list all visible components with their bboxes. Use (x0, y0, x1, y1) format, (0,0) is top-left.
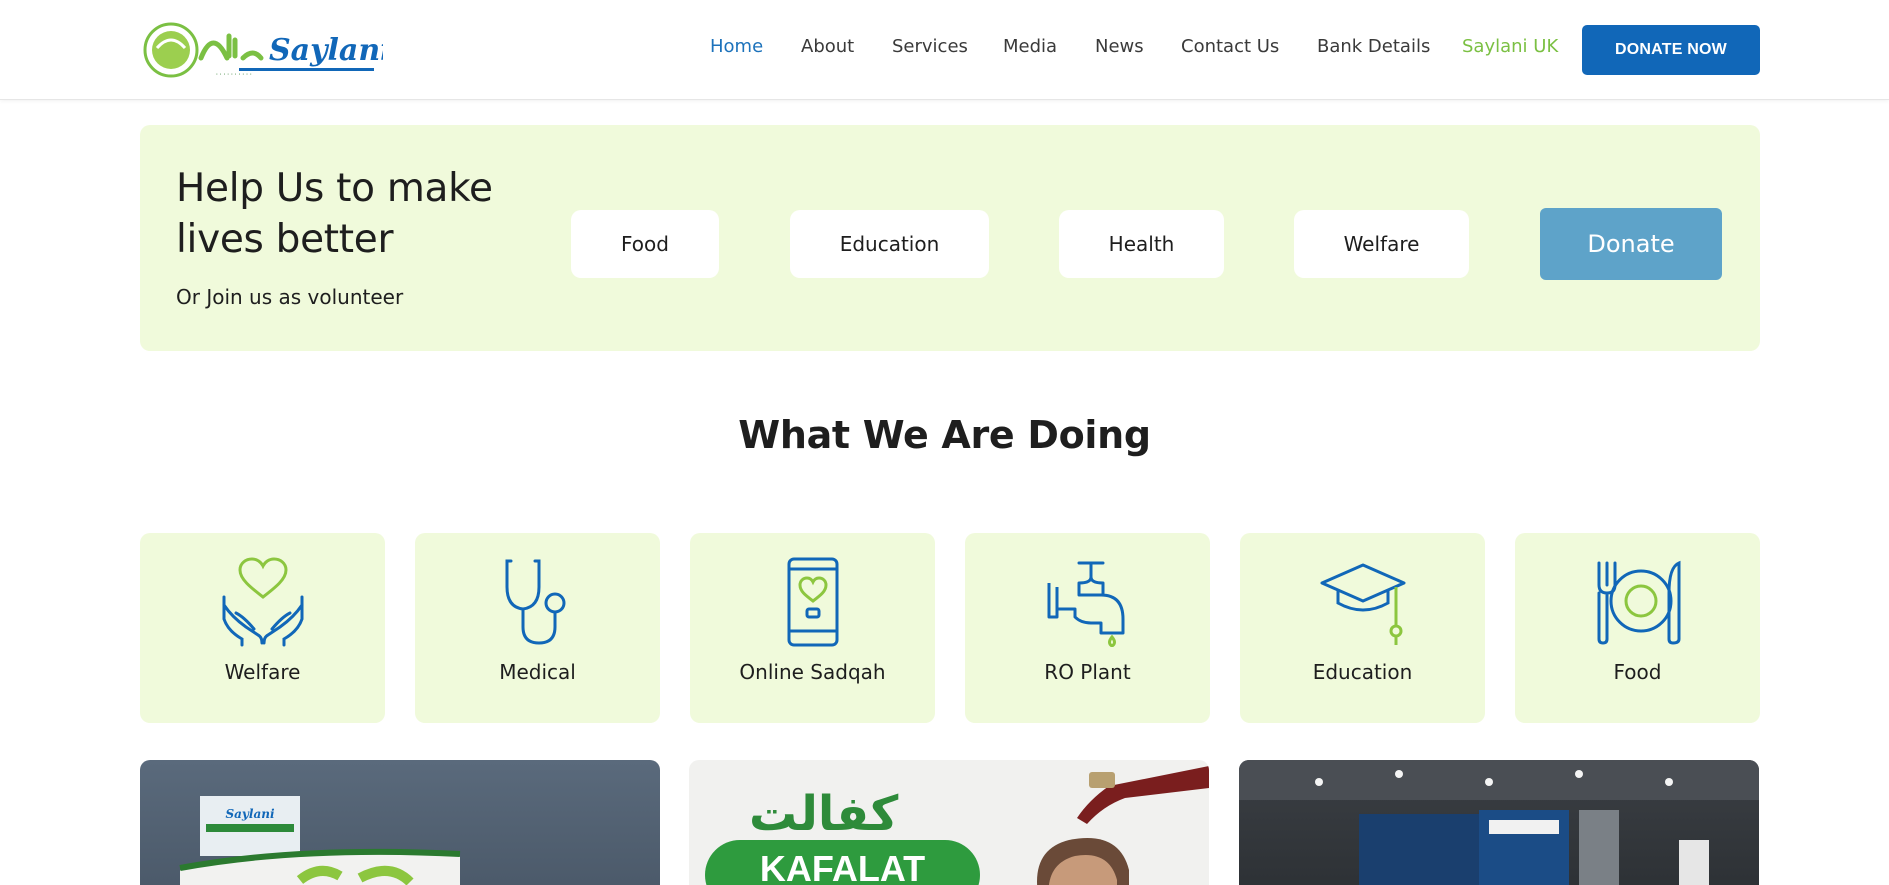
nav-bank-details[interactable]: Bank Details (1317, 36, 1430, 57)
svg-text:٠٠٠٠٠٠٠٠٠٠: ٠٠٠٠٠٠٠٠٠٠ (215, 70, 253, 78)
service-card-food[interactable]: Food (1515, 533, 1760, 723)
mobile-heart-icon (787, 557, 838, 647)
category-welfare-button[interactable]: Welfare (1294, 210, 1469, 278)
hands-heart-icon (222, 557, 303, 647)
svg-text:Saylani: Saylani (225, 807, 274, 821)
nav-contact-us[interactable]: Contact Us (1181, 36, 1279, 57)
category-education-button[interactable]: Education (790, 210, 989, 278)
plate-fork-knife-icon (1597, 560, 1680, 645)
service-card-medical[interactable]: Medical (415, 533, 660, 723)
hero-banner: Help Us to make lives better Or Join us … (140, 125, 1760, 351)
graduation-cap-icon (1320, 563, 1405, 645)
water-tap-icon (1047, 561, 1124, 647)
volunteer-link[interactable]: Or Join us as volunteer (176, 285, 403, 309)
service-label: Welfare (224, 660, 301, 684)
service-card-ro-plant[interactable]: RO Plant (965, 533, 1210, 723)
event-hall-image[interactable] (1239, 760, 1759, 885)
nav-home[interactable]: Home (710, 36, 763, 57)
category-food-button[interactable]: Food (571, 210, 719, 278)
kafalat-badge: KAFALAT (705, 840, 980, 885)
site-header: Saylani ٠٠٠٠٠٠٠٠٠٠ Home About Services M… (0, 0, 1889, 100)
service-card-education[interactable]: Education (1240, 533, 1485, 723)
saylani-logo[interactable]: Saylani ٠٠٠٠٠٠٠٠٠٠ (143, 18, 392, 84)
nav-services[interactable]: Services (892, 36, 968, 57)
kafalat-urdu-text: كفالت (749, 786, 899, 842)
nav-about[interactable]: About (801, 36, 854, 57)
kafalat-image[interactable]: كفالت KAFALAT (689, 760, 1209, 885)
nav-news[interactable]: News (1095, 36, 1144, 57)
service-card-online-sadqah[interactable]: Online Sadqah (690, 533, 935, 723)
service-label: Education (1312, 660, 1413, 684)
stethoscope-icon (505, 559, 565, 645)
donate-now-button[interactable]: DONATE NOW (1582, 25, 1760, 75)
hero-title: Help Us to make lives better (176, 166, 493, 262)
nav-media[interactable]: Media (1003, 36, 1057, 57)
service-label: RO Plant (1044, 660, 1131, 684)
service-label: Online Sadqah (739, 660, 886, 684)
service-card-welfare[interactable]: Welfare (140, 533, 385, 723)
category-health-button[interactable]: Health (1059, 210, 1224, 278)
nav-saylani-uk[interactable]: Saylani UK (1462, 36, 1558, 57)
ro-water-plant-image[interactable]: Saylani (140, 760, 660, 885)
service-label: Food (1613, 660, 1662, 684)
donate-button[interactable]: Donate (1540, 208, 1722, 280)
svg-text:Saylani: Saylani (269, 33, 383, 68)
service-label: Medical (499, 660, 576, 684)
section-title: What We Are Doing (738, 413, 1151, 457)
